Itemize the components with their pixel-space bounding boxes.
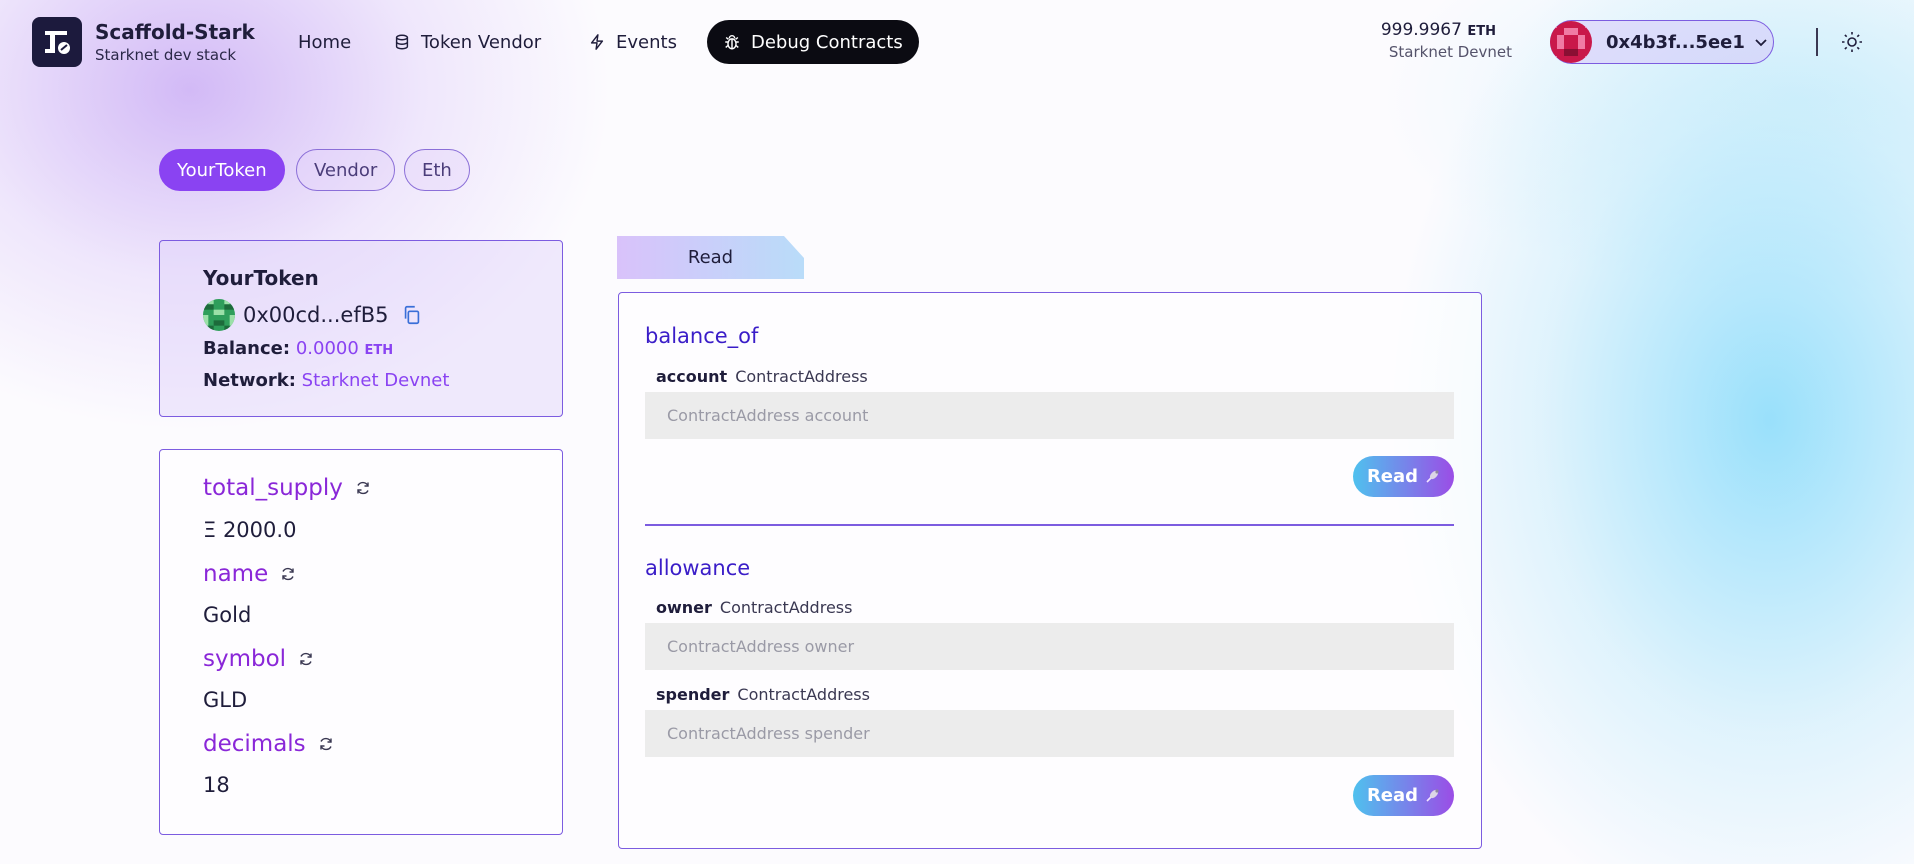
brand-title: Scaffold-Stark bbox=[95, 20, 255, 44]
variable-name: symbol bbox=[203, 646, 287, 672]
satellite-icon bbox=[1426, 469, 1439, 483]
account-dropdown-button[interactable]: 0x4b3f...5ee1 bbox=[1550, 20, 1774, 64]
variable-total-supply: total_supply bbox=[203, 475, 371, 501]
contract-address: 0x00cd...efB5 bbox=[243, 303, 389, 327]
contract-variables-card: total_supply Ξ 2000.0 name Gold symbol G… bbox=[159, 449, 563, 835]
variable-name: name bbox=[203, 561, 269, 587]
nav-debug-contracts[interactable]: Debug Contracts bbox=[707, 20, 919, 64]
param-name: spender bbox=[656, 685, 730, 704]
contract-address-row: 0x00cd...efB5 bbox=[203, 299, 423, 331]
brand-subtitle: Starknet dev stack bbox=[95, 46, 237, 64]
variable-value: GLD bbox=[203, 688, 248, 712]
contract-network-row: Network: Starknet Devnet bbox=[203, 370, 449, 391]
header-divider bbox=[1816, 28, 1818, 56]
variable-value: 18 bbox=[203, 773, 230, 797]
balance-of-read-button[interactable]: Read bbox=[1353, 456, 1454, 497]
network-value: Starknet Devnet bbox=[301, 370, 450, 391]
balance-value: 0.0000 bbox=[295, 338, 359, 359]
param-name: account bbox=[656, 367, 728, 386]
copy-icon[interactable] bbox=[401, 304, 423, 326]
wallet-balance-unit: ETH bbox=[1467, 24, 1496, 39]
read-button-label: Read bbox=[1366, 466, 1419, 487]
refresh-icon[interactable] bbox=[318, 736, 334, 752]
contract-tab-vendor[interactable]: Vendor bbox=[296, 149, 396, 191]
wallet-balance: 999.9967 ETH bbox=[1381, 20, 1496, 40]
param-type: ContractAddress bbox=[737, 685, 870, 704]
wallet-balance-value: 999.9967 bbox=[1380, 20, 1462, 40]
network-label: Network: bbox=[203, 370, 296, 391]
tab-read[interactable]: Read bbox=[617, 236, 804, 279]
nav-debug-contracts-label: Debug Contracts bbox=[751, 31, 903, 53]
balance-unit: ETH bbox=[364, 343, 394, 358]
function-name-allowance: allowance bbox=[645, 556, 751, 580]
brand-logo[interactable] bbox=[32, 17, 82, 67]
nav-token-vendor-label: Token Vendor bbox=[421, 31, 542, 53]
param-name: owner bbox=[656, 598, 712, 617]
variable-decimals: decimals bbox=[203, 731, 334, 757]
account-input[interactable] bbox=[645, 392, 1454, 439]
satellite-icon bbox=[1426, 788, 1439, 802]
balance-label: Balance: bbox=[203, 338, 291, 359]
function-name-balance-of: balance_of bbox=[645, 324, 759, 348]
nav-token-vendor[interactable]: Token Vendor bbox=[377, 20, 557, 64]
contract-balance-row: Balance: 0.0000 ETH bbox=[203, 338, 393, 359]
spender-input[interactable] bbox=[645, 710, 1454, 757]
param-type: ContractAddress bbox=[735, 367, 868, 386]
account-address: 0x4b3f...5ee1 bbox=[1606, 31, 1745, 53]
blockie-avatar-icon bbox=[203, 299, 235, 331]
scaffold-logo-icon bbox=[45, 31, 70, 54]
function-divider bbox=[645, 524, 1454, 526]
refresh-icon[interactable] bbox=[280, 566, 296, 582]
refresh-icon[interactable] bbox=[355, 480, 371, 496]
wallet-network: Starknet Devnet bbox=[1388, 43, 1512, 61]
variable-symbol: symbol bbox=[203, 646, 314, 672]
param-type: ContractAddress bbox=[719, 598, 853, 617]
variable-name: decimals bbox=[203, 731, 306, 757]
contract-name: YourToken bbox=[203, 266, 319, 290]
param-label-owner: owner ContractAddress bbox=[656, 598, 852, 617]
variable-value: Ξ 2000.0 bbox=[203, 518, 297, 542]
contract-tab-yourtoken[interactable]: YourToken bbox=[159, 149, 285, 191]
bug-icon bbox=[725, 35, 739, 50]
nav-events-label: Events bbox=[616, 31, 677, 53]
nav-events[interactable]: Events bbox=[572, 20, 693, 64]
variable-name-field: name bbox=[203, 561, 296, 587]
contract-avatar bbox=[203, 299, 235, 331]
read-button-label: Read bbox=[1366, 785, 1419, 806]
nav-home[interactable]: Home bbox=[282, 20, 367, 64]
param-label-account: account ContractAddress bbox=[656, 367, 868, 386]
account-avatar bbox=[1550, 21, 1592, 63]
theme-toggle[interactable] bbox=[1840, 30, 1864, 54]
read-functions-panel: balance_of account ContractAddress Read a… bbox=[618, 292, 1482, 849]
nav-home-label: Home bbox=[298, 31, 352, 53]
variable-value: Gold bbox=[203, 603, 252, 627]
allowance-read-button[interactable]: Read bbox=[1353, 775, 1454, 816]
top-navbar: Scaffold-Stark Starknet dev stack Home T… bbox=[0, 0, 1914, 84]
coins-icon bbox=[395, 34, 409, 50]
chevron-down-icon bbox=[1755, 39, 1767, 47]
contract-info-card: YourToken 0x00cd...efB5 Balance: 0.0000 … bbox=[159, 240, 563, 417]
refresh-icon[interactable] bbox=[298, 651, 314, 667]
blockie-avatar-icon bbox=[1550, 21, 1592, 63]
bolt-icon bbox=[590, 34, 604, 50]
owner-input[interactable] bbox=[645, 623, 1454, 670]
sun-icon bbox=[1842, 32, 1862, 52]
param-label-spender: spender ContractAddress bbox=[656, 685, 870, 704]
variable-name: total_supply bbox=[203, 475, 343, 501]
contract-tab-eth[interactable]: Eth bbox=[404, 149, 470, 191]
